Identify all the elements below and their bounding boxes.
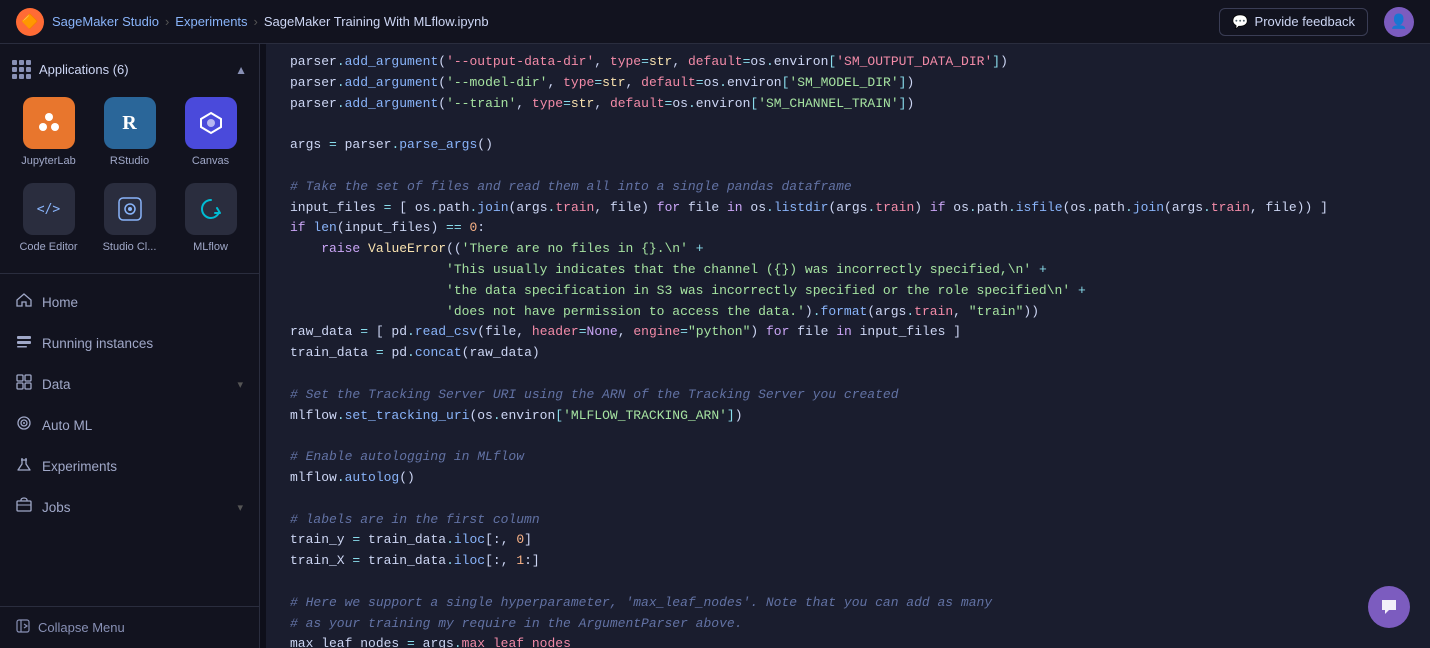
- home-icon: [16, 292, 32, 313]
- apps-header: Applications (6) ▲: [12, 60, 247, 79]
- app-jupyterlab[interactable]: JupyterLab: [12, 93, 85, 171]
- main-layout: Applications (6) ▲ JupyterLab R RStudio: [0, 44, 1430, 648]
- rstudio-icon: R: [104, 97, 156, 149]
- apps-title-label: Applications (6): [39, 62, 129, 77]
- jupyterlab-label: JupyterLab: [21, 155, 75, 167]
- data-icon: [16, 374, 32, 395]
- sidebar-item-running-instances[interactable]: Running instances: [0, 323, 259, 364]
- breadcrumb-current: SageMaker Training With MLflow.ipynb: [264, 14, 489, 29]
- user-avatar[interactable]: 👤: [1384, 7, 1414, 37]
- sidebar-item-data[interactable]: Data ▾: [0, 364, 259, 405]
- apps-grid-icon: [12, 60, 31, 79]
- automl-icon: [16, 415, 32, 436]
- breadcrumb-sep-1: ›: [165, 14, 169, 29]
- sidebar: Applications (6) ▲ JupyterLab R RStudio: [0, 44, 260, 648]
- sidebar-automl-label: Auto ML: [42, 418, 92, 433]
- apps-title[interactable]: Applications (6): [12, 60, 129, 79]
- feedback-button[interactable]: 💬 Provide feedback: [1219, 8, 1368, 36]
- running-instances-icon: [16, 333, 32, 354]
- experiments-icon: [16, 456, 32, 477]
- collapse-label: Collapse Menu: [38, 620, 125, 635]
- canvas-label: Canvas: [192, 155, 229, 167]
- chat-bubble-button[interactable]: [1368, 586, 1410, 628]
- sidebar-data-label: Data: [42, 377, 71, 392]
- sidebar-item-experiments[interactable]: Experiments: [0, 446, 259, 487]
- feedback-label: Provide feedback: [1255, 14, 1355, 29]
- jobs-icon: [16, 497, 32, 518]
- breadcrumb-experiments[interactable]: Experiments: [175, 14, 247, 29]
- apps-section: Applications (6) ▲ JupyterLab R RStudio: [0, 44, 259, 274]
- feedback-icon: 💬: [1232, 14, 1248, 30]
- app-studiocl[interactable]: Studio Cl...: [93, 179, 166, 257]
- code-area: parser.add_argument('--output-data-dir',…: [266, 44, 1430, 648]
- nav-section: Home Running instances Data ▾ Auto M: [0, 274, 259, 606]
- codeeditor-icon: </>: [23, 183, 75, 235]
- sidebar-experiments-label: Experiments: [42, 459, 117, 474]
- mlflow-icon: [185, 183, 237, 235]
- sidebar-home-label: Home: [42, 295, 78, 310]
- mlflow-label: MLflow: [193, 241, 228, 253]
- collapse-icon: [16, 619, 30, 636]
- codeeditor-label: Code Editor: [19, 241, 77, 253]
- sidebar-item-home[interactable]: Home: [0, 282, 259, 323]
- topbar: 🔶 SageMaker Studio › Experiments › SageM…: [0, 0, 1430, 44]
- code-content: parser.add_argument('--output-data-dir',…: [266, 52, 1430, 648]
- sidebar-item-automl[interactable]: Auto ML: [0, 405, 259, 446]
- breadcrumb: SageMaker Studio › Experiments › SageMak…: [52, 14, 489, 29]
- jobs-chevron-icon: ▾: [237, 501, 243, 514]
- topbar-right: 💬 Provide feedback 👤: [1219, 7, 1414, 37]
- app-rstudio[interactable]: R RStudio: [93, 93, 166, 171]
- app-canvas[interactable]: Canvas: [174, 93, 247, 171]
- studiocl-icon: [104, 183, 156, 235]
- code-scroll[interactable]: parser.add_argument('--output-data-dir',…: [266, 44, 1430, 648]
- studiocl-label: Studio Cl...: [103, 241, 157, 253]
- apps-grid: JupyterLab R RStudio Canvas </> Code Edi…: [12, 93, 247, 257]
- app-mlflow[interactable]: MLflow: [174, 179, 247, 257]
- data-chevron-icon: ▾: [237, 378, 243, 391]
- canvas-icon: [185, 97, 237, 149]
- breadcrumb-sep-2: ›: [254, 14, 258, 29]
- breadcrumb-sagemaker-studio[interactable]: SageMaker Studio: [52, 14, 159, 29]
- collapse-menu-button[interactable]: Collapse Menu: [0, 606, 259, 648]
- topbar-left: 🔶 SageMaker Studio › Experiments › SageM…: [16, 8, 489, 36]
- jupyterlab-icon: [23, 97, 75, 149]
- app-codeeditor[interactable]: </> Code Editor: [12, 179, 85, 257]
- sagemaker-logo: 🔶: [16, 8, 44, 36]
- sidebar-running-instances-label: Running instances: [42, 336, 153, 351]
- sidebar-jobs-label: Jobs: [42, 500, 71, 515]
- rstudio-label: RStudio: [110, 155, 149, 167]
- apps-collapse-chevron[interactable]: ▲: [235, 63, 247, 77]
- sidebar-item-jobs[interactable]: Jobs ▾: [0, 487, 259, 528]
